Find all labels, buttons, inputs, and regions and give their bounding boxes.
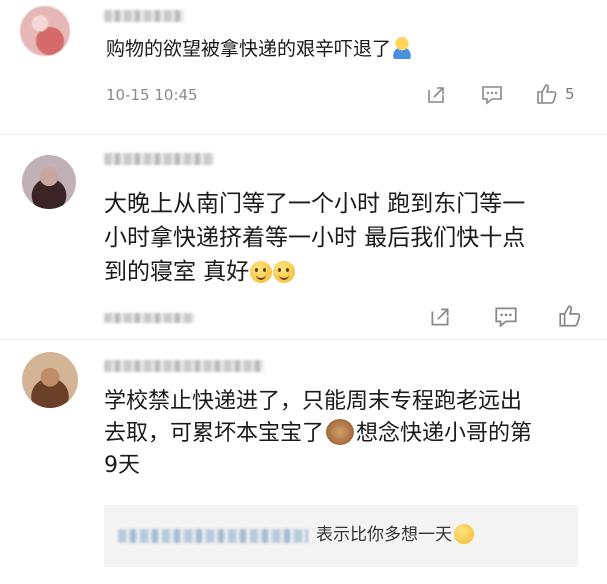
like-count: 5 <box>565 85 575 103</box>
like-button[interactable] <box>557 303 583 329</box>
share-icon <box>428 87 444 103</box>
comment-feed: 购物的欲望被拿快递的艰辛吓退了 10-15 10:45 5 大晚上从南门等了一个… <box>0 0 607 584</box>
reply-button[interactable] <box>493 305 519 329</box>
username-blurred[interactable] <box>104 153 214 165</box>
comment-text: 大晚上从南门等了一个小时 跑到东门等一 小时拿快递挤着等一小时 最后我们快十点 … <box>104 191 526 285</box>
comment-item: 学校禁止快递进了，只能周末专程跑老远出 去取，可累坏本宝宝了 想念快递小哥的第 9… <box>0 340 607 584</box>
see-no-evil-monkey-emoji-icon <box>326 419 355 445</box>
smile-emoji-icon <box>250 261 273 283</box>
laughing-tears-emoji-icon <box>454 524 474 544</box>
username-blurred[interactable] <box>104 10 184 22</box>
reply-text: 表示比你多想一天 <box>316 521 474 549</box>
reply-username-blurred[interactable] <box>118 529 308 543</box>
timestamp: 10-15 10:45 <box>106 86 198 104</box>
like-button[interactable]: 5 <box>535 82 575 106</box>
share-button[interactable] <box>425 84 447 106</box>
thumbs-up-icon <box>559 305 581 327</box>
timestamp-blurred <box>104 313 194 323</box>
avatar[interactable] <box>22 155 76 209</box>
share-button[interactable] <box>428 305 452 329</box>
thumbs-up-icon <box>537 84 557 104</box>
comment-text: 购物的欲望被拿快递的艰辛吓退了 <box>106 34 586 64</box>
comment-text: 学校禁止快递进了，只能周末专程跑老远出 去取，可累坏本宝宝了 想念快递小哥的第 9… <box>104 389 533 478</box>
shrug-emoji-icon <box>391 37 414 59</box>
comment-icon <box>495 307 517 328</box>
comment-icon <box>482 86 502 105</box>
comment-item: 大晚上从南门等了一个小时 跑到东门等一 小时拿快递挤着等一小时 最后我们快十点 … <box>0 135 607 340</box>
reply-preview[interactable]: 表示比你多想一天 <box>104 505 578 567</box>
share-icon <box>431 308 449 326</box>
smile-emoji-icon <box>273 261 296 283</box>
reply-button[interactable] <box>480 84 504 106</box>
username-blurred[interactable] <box>104 360 264 372</box>
comment-item: 购物的欲望被拿快递的艰辛吓退了 10-15 10:45 5 <box>0 0 607 135</box>
avatar[interactable] <box>20 6 70 56</box>
avatar[interactable] <box>22 352 78 408</box>
